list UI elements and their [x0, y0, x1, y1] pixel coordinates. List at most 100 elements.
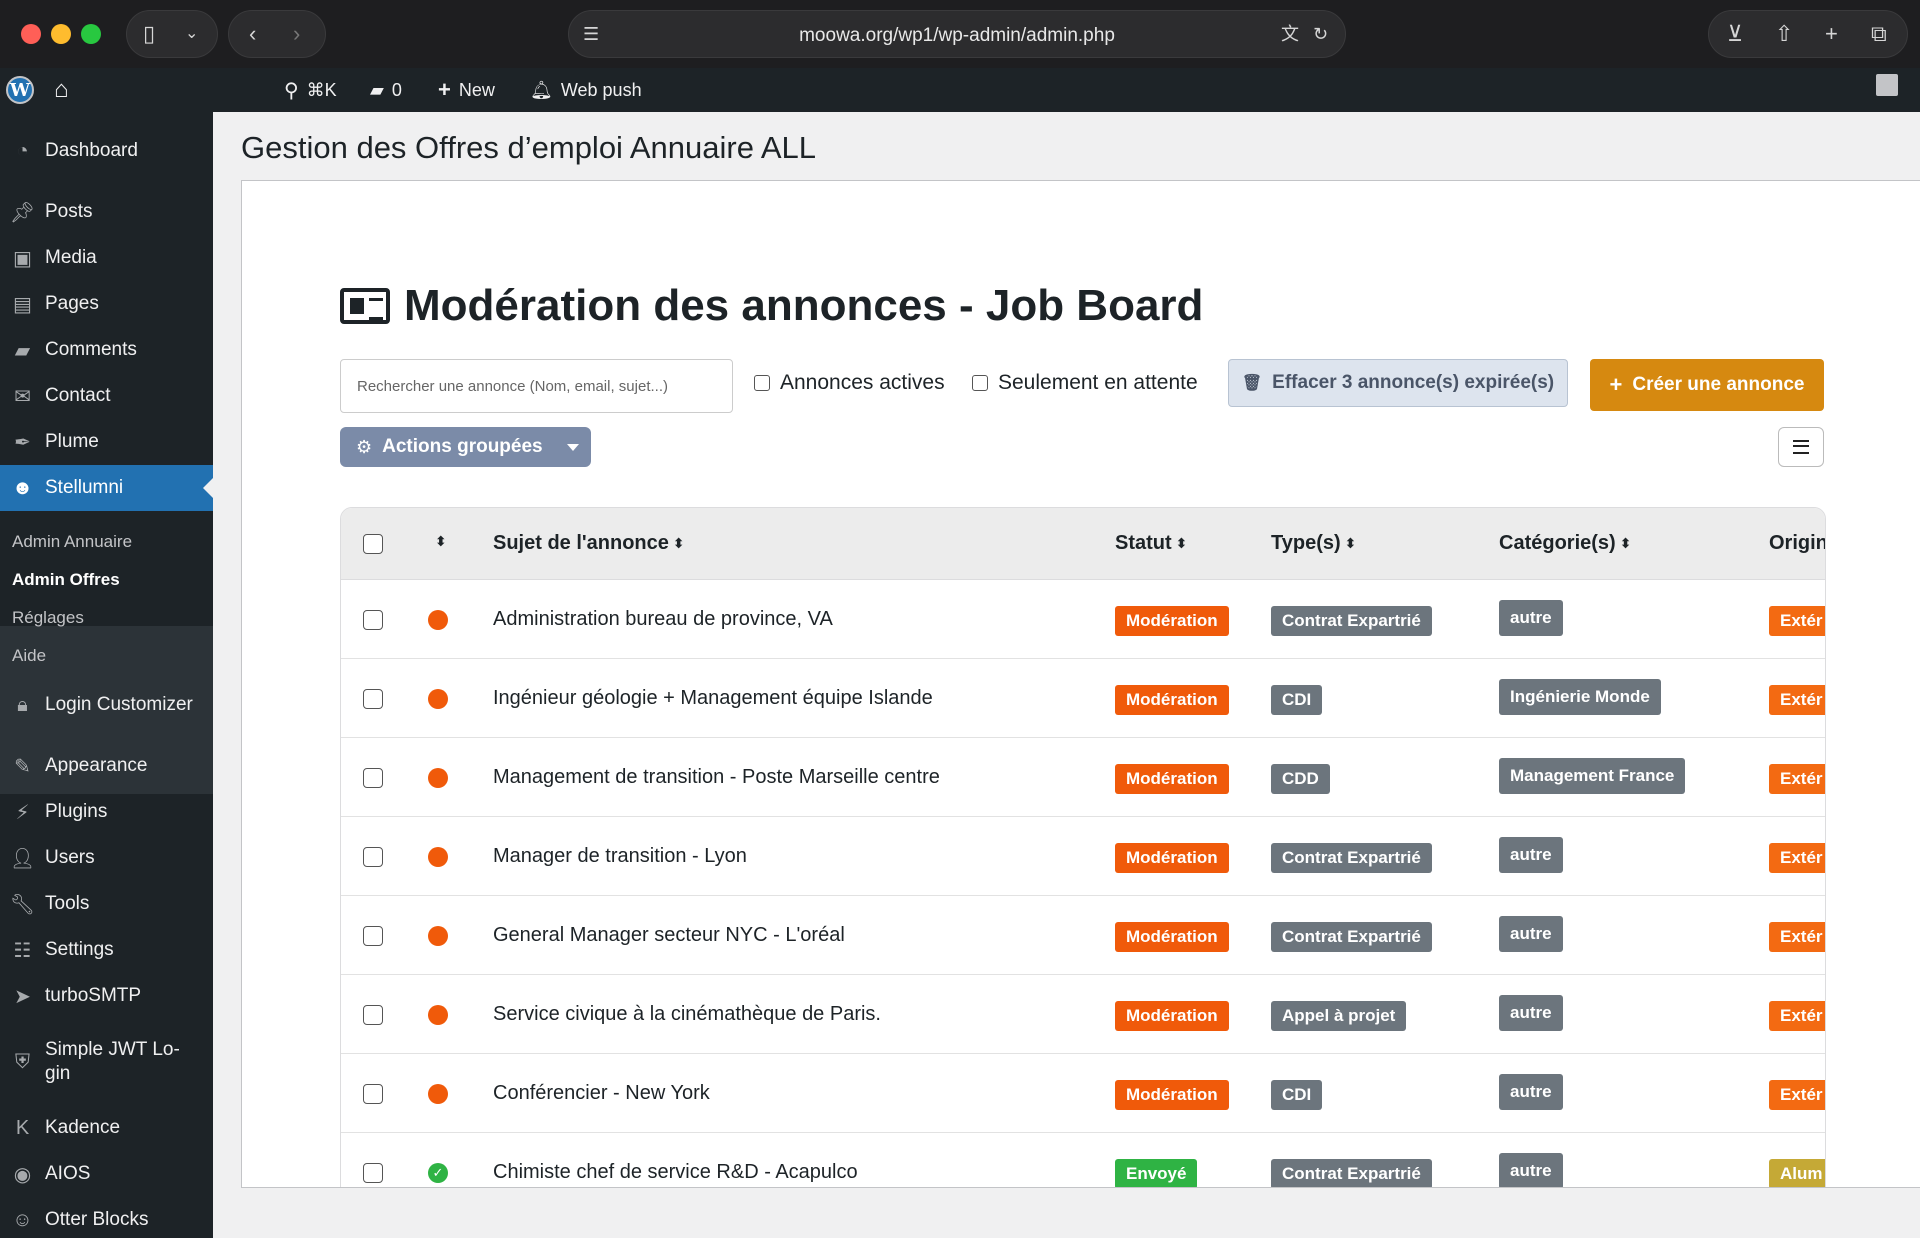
clear-expired-button[interactable]: 🗑︎ Effacer 3 annonce(s) expirée(s): [1228, 359, 1568, 407]
back-icon[interactable]: ‹: [249, 23, 256, 45]
create-ad-button[interactable]: + Créer une annonce: [1590, 359, 1824, 411]
category-badge: Management France: [1499, 758, 1686, 794]
command-search[interactable]: ⚲ ⌘K: [284, 68, 337, 112]
sidebar-item-simple-jwt-lo-gin[interactable]: ⛨ Simple JWT Lo-gin: [0, 1034, 213, 1090]
row-subject[interactable]: General Manager secteur NYC - L'oréal: [493, 924, 845, 947]
table-row[interactable]: Ingénieur géologie + Management équipe I…: [341, 659, 1825, 738]
sidebar-item-plume[interactable]: ✒ Plume: [0, 419, 213, 465]
download-icon[interactable]: ⊻: [1727, 23, 1743, 45]
filter-active-checkbox[interactable]: Annonces actives: [754, 371, 945, 395]
sidebar-item-label: Dashboard: [45, 140, 138, 161]
column-menu-button[interactable]: [1778, 427, 1824, 467]
zoom-window-button[interactable]: [81, 24, 101, 44]
sidebar-item-tools[interactable]: 🔧︎ Tools: [0, 881, 213, 927]
wp-logo-menu[interactable]: W: [6, 68, 34, 112]
new-content-menu[interactable]: + New: [438, 68, 495, 112]
table-row[interactable]: ✓ Chimiste chef de service R&D - Acapulco…: [341, 1133, 1825, 1187]
heading-text: Modération des annonces - Job Board: [404, 281, 1204, 330]
sidebar-item-users[interactable]: 👤︎ Users: [0, 835, 213, 881]
row-checkbox[interactable]: [363, 1005, 383, 1025]
row-subject[interactable]: Manager de transition - Lyon: [493, 845, 747, 868]
minimize-window-button[interactable]: [51, 24, 71, 44]
submenu-item-r-glages[interactable]: Réglages: [12, 608, 84, 628]
filter-pending-checkbox[interactable]: Seulement en attente: [972, 371, 1198, 395]
row-subject[interactable]: Chimiste chef de service R&D - Acapulco: [493, 1161, 858, 1184]
header-subject[interactable]: Sujet de l'annonce ⬍: [493, 532, 685, 555]
select-all-checkbox[interactable]: [363, 534, 383, 554]
submenu-item-admin-annuaire[interactable]: Admin Annuaire: [12, 532, 132, 552]
checkbox[interactable]: [754, 375, 770, 391]
row-checkbox[interactable]: [363, 847, 383, 867]
sidebar-item-aios[interactable]: ◉ AIOS: [0, 1151, 213, 1197]
sidebar-item-label: Plume: [45, 431, 99, 452]
row-checkbox[interactable]: [363, 610, 383, 630]
row-subject[interactable]: Service civique à la cinémathèque de Par…: [493, 1003, 881, 1026]
sidebar-item-appearance[interactable]: ✎ Appearance: [0, 743, 213, 789]
sidebar-item-contact[interactable]: ✉ Contact: [0, 373, 213, 419]
search-icon: ⚲: [284, 79, 299, 102]
sidebar-item-label: Posts: [45, 201, 93, 222]
header-status[interactable]: Statut ⬍: [1115, 532, 1187, 555]
reload-icon[interactable]: ↻: [1313, 23, 1328, 45]
translate-icon[interactable]: 文: [1281, 23, 1299, 45]
row-subject[interactable]: Administration bureau de province, VA: [493, 608, 833, 631]
browser-toolbar: ▯ ⌄ ‹ › ☰ moowa.org/wp1/wp-admin/admin.p…: [0, 0, 1920, 68]
sidebar-item-dashboard[interactable]: ◔ Dashboard: [0, 128, 213, 174]
table-row[interactable]: Administration bureau de province, VA Mod…: [341, 580, 1825, 659]
sidebar-item-otter-blocks[interactable]: ☺ Otter Blocks: [0, 1197, 213, 1238]
row-checkbox[interactable]: [363, 926, 383, 946]
comments-link[interactable]: ▰ 0: [370, 68, 402, 112]
sidebar-item-kadence[interactable]: K Kadence: [0, 1105, 213, 1151]
plus-icon: +: [1609, 372, 1623, 397]
address-bar[interactable]: ☰ moowa.org/wp1/wp-admin/admin.php 文 ↻: [568, 10, 1346, 58]
row-checkbox[interactable]: [363, 1084, 383, 1104]
home-icon: ⌂: [54, 76, 69, 103]
user-avatar[interactable]: [1876, 74, 1898, 96]
header-categories[interactable]: Catégorie(s) ⬍: [1499, 532, 1631, 555]
sort-state-button[interactable]: ⬍: [431, 530, 447, 553]
sidebar-item-label: Tools: [45, 893, 90, 914]
table-row[interactable]: Service civique à la cinémathèque de Par…: [341, 975, 1825, 1054]
table-row[interactable]: Manager de transition - Lyon Modération Co…: [341, 817, 1825, 896]
header-categories-label: Catégorie(s): [1499, 532, 1616, 554]
sidebar-item-pages[interactable]: ▤ Pages: [0, 281, 213, 327]
sidebar-item-plugins[interactable]: ⚡︎ Plugins: [0, 789, 213, 835]
table-row[interactable]: Conférencier - New York Modération CDI autr…: [341, 1054, 1825, 1133]
table-row[interactable]: General Manager secteur NYC - L'oréal Mod…: [341, 896, 1825, 975]
sidebar-toggle-button[interactable]: ▯ ⌄: [126, 10, 218, 58]
checkbox[interactable]: [972, 375, 988, 391]
header-origin[interactable]: Origin: [1769, 532, 1825, 555]
search-input[interactable]: [340, 359, 733, 413]
forward-icon[interactable]: ›: [293, 23, 300, 45]
users-icon: ☻: [11, 476, 34, 499]
tabs-overview-icon[interactable]: ⧉: [1871, 23, 1887, 45]
row-subject[interactable]: Management de transition - Poste Marseil…: [493, 766, 940, 789]
bulk-actions-dropdown[interactable]: ⚙ Actions groupées: [340, 427, 591, 467]
plug-icon: ⚡︎: [15, 801, 30, 824]
close-window-button[interactable]: [21, 24, 41, 44]
sort-icon: ⬍: [1344, 535, 1357, 551]
table-row[interactable]: Management de transition - Poste Marseil…: [341, 738, 1825, 817]
sidebar-item-turbosmtp[interactable]: ➤ turboSMTP: [0, 973, 213, 1019]
header-types[interactable]: Type(s) ⬍: [1271, 532, 1356, 555]
row-checkbox[interactable]: [363, 768, 383, 788]
sort-icon: ⬍: [1619, 535, 1632, 551]
row-checkbox[interactable]: [363, 1163, 383, 1183]
sidebar-item-stellumni[interactable]: ☻ Stellumni: [0, 465, 213, 511]
row-checkbox[interactable]: [363, 689, 383, 709]
sidebar-item-media[interactable]: ▣ Media: [0, 235, 213, 281]
row-subject[interactable]: Conférencier - New York: [493, 1082, 710, 1105]
share-icon[interactable]: ⇧: [1775, 23, 1793, 45]
sidebar-item-label: Plugins: [45, 801, 108, 822]
row-subject[interactable]: Ingénieur géologie + Management équipe I…: [493, 687, 933, 710]
sidebar-item-settings[interactable]: ☷ Settings: [0, 927, 213, 973]
origin-badge: Extér: [1769, 606, 1825, 636]
submenu-item-aide[interactable]: Aide: [12, 646, 46, 666]
sidebar-item-login-customizer[interactable]: 🔒︎ Login Customizer: [0, 682, 213, 728]
web-push-menu[interactable]: 🔔︎ Web push: [530, 68, 642, 112]
submenu-item-admin-offres[interactable]: Admin Offres: [12, 570, 120, 590]
sidebar-item-posts[interactable]: 📌︎ Posts: [0, 189, 213, 235]
site-home-link[interactable]: ⌂: [54, 68, 69, 112]
new-tab-icon[interactable]: +: [1825, 23, 1838, 45]
sidebar-item-comments[interactable]: ▰ Comments: [0, 327, 213, 373]
